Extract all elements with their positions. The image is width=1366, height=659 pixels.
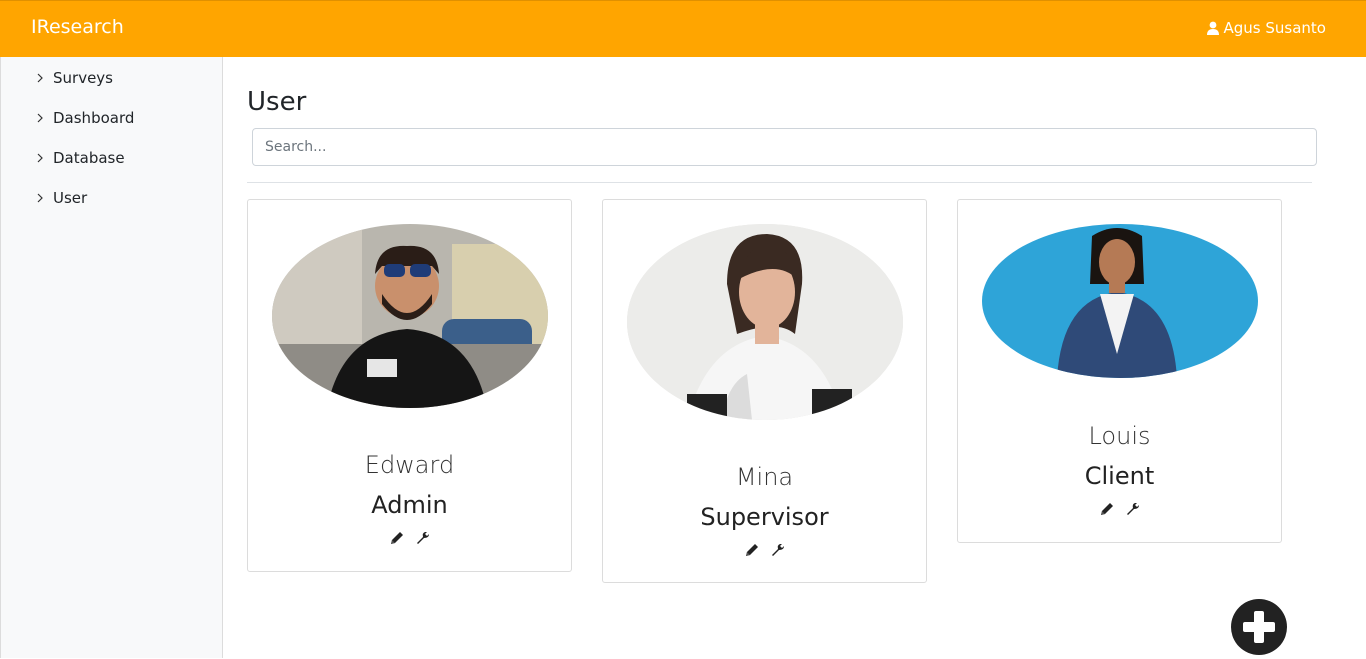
user-card: Mina Supervisor xyxy=(602,199,927,583)
wrench-icon[interactable] xyxy=(415,530,431,546)
user-card: Edward Admin xyxy=(247,199,572,572)
sidebar-item-label: Surveys xyxy=(53,69,113,87)
sidebar-item-surveys[interactable]: Surveys xyxy=(35,69,113,87)
chevron-right-icon xyxy=(37,153,43,163)
sidebar-item-label: Dashboard xyxy=(53,109,135,127)
pencil-icon[interactable] xyxy=(1099,501,1115,517)
user-menu[interactable]: Agus Susanto xyxy=(1206,19,1326,37)
user-role: Supervisor xyxy=(700,503,829,531)
chevron-right-icon xyxy=(37,113,43,123)
pencil-icon[interactable] xyxy=(389,530,405,546)
plus-circle-icon xyxy=(1232,600,1286,654)
user-photo xyxy=(982,224,1258,378)
user-photo xyxy=(272,224,548,408)
chevron-right-icon xyxy=(37,193,43,203)
user-name: Agus Susanto xyxy=(1223,19,1326,37)
wrench-icon[interactable] xyxy=(1125,501,1141,517)
divider xyxy=(247,182,1312,183)
sidebar-item-dashboard[interactable]: Dashboard xyxy=(35,109,134,127)
chevron-right-icon xyxy=(37,73,43,83)
sidebar-item-database[interactable]: Database xyxy=(35,149,125,167)
sidebar-item-label: User xyxy=(53,189,88,207)
pencil-icon[interactable] xyxy=(744,542,760,558)
user-name: Edward xyxy=(364,451,455,479)
user-name: Louis xyxy=(1088,422,1151,450)
sidebar-item-label: Database xyxy=(53,149,125,167)
page-title: User xyxy=(247,87,307,117)
search-input[interactable] xyxy=(252,128,1317,166)
user-role: Client xyxy=(1084,462,1155,490)
wrench-icon[interactable] xyxy=(770,542,786,558)
brand-logo[interactable]: IResearch xyxy=(31,16,124,38)
add-user-button[interactable] xyxy=(1231,599,1287,655)
top-navbar: IResearch Agus Susanto xyxy=(0,0,1366,57)
sidebar-item-user[interactable]: User xyxy=(35,189,87,207)
user-photo xyxy=(627,224,903,420)
sidebar: Surveys Dashboard Database User xyxy=(0,57,223,658)
user-name: Mina xyxy=(735,463,794,491)
user-card: Louis Client xyxy=(957,199,1282,543)
user-icon xyxy=(1206,21,1219,35)
user-role: Admin xyxy=(371,491,448,519)
